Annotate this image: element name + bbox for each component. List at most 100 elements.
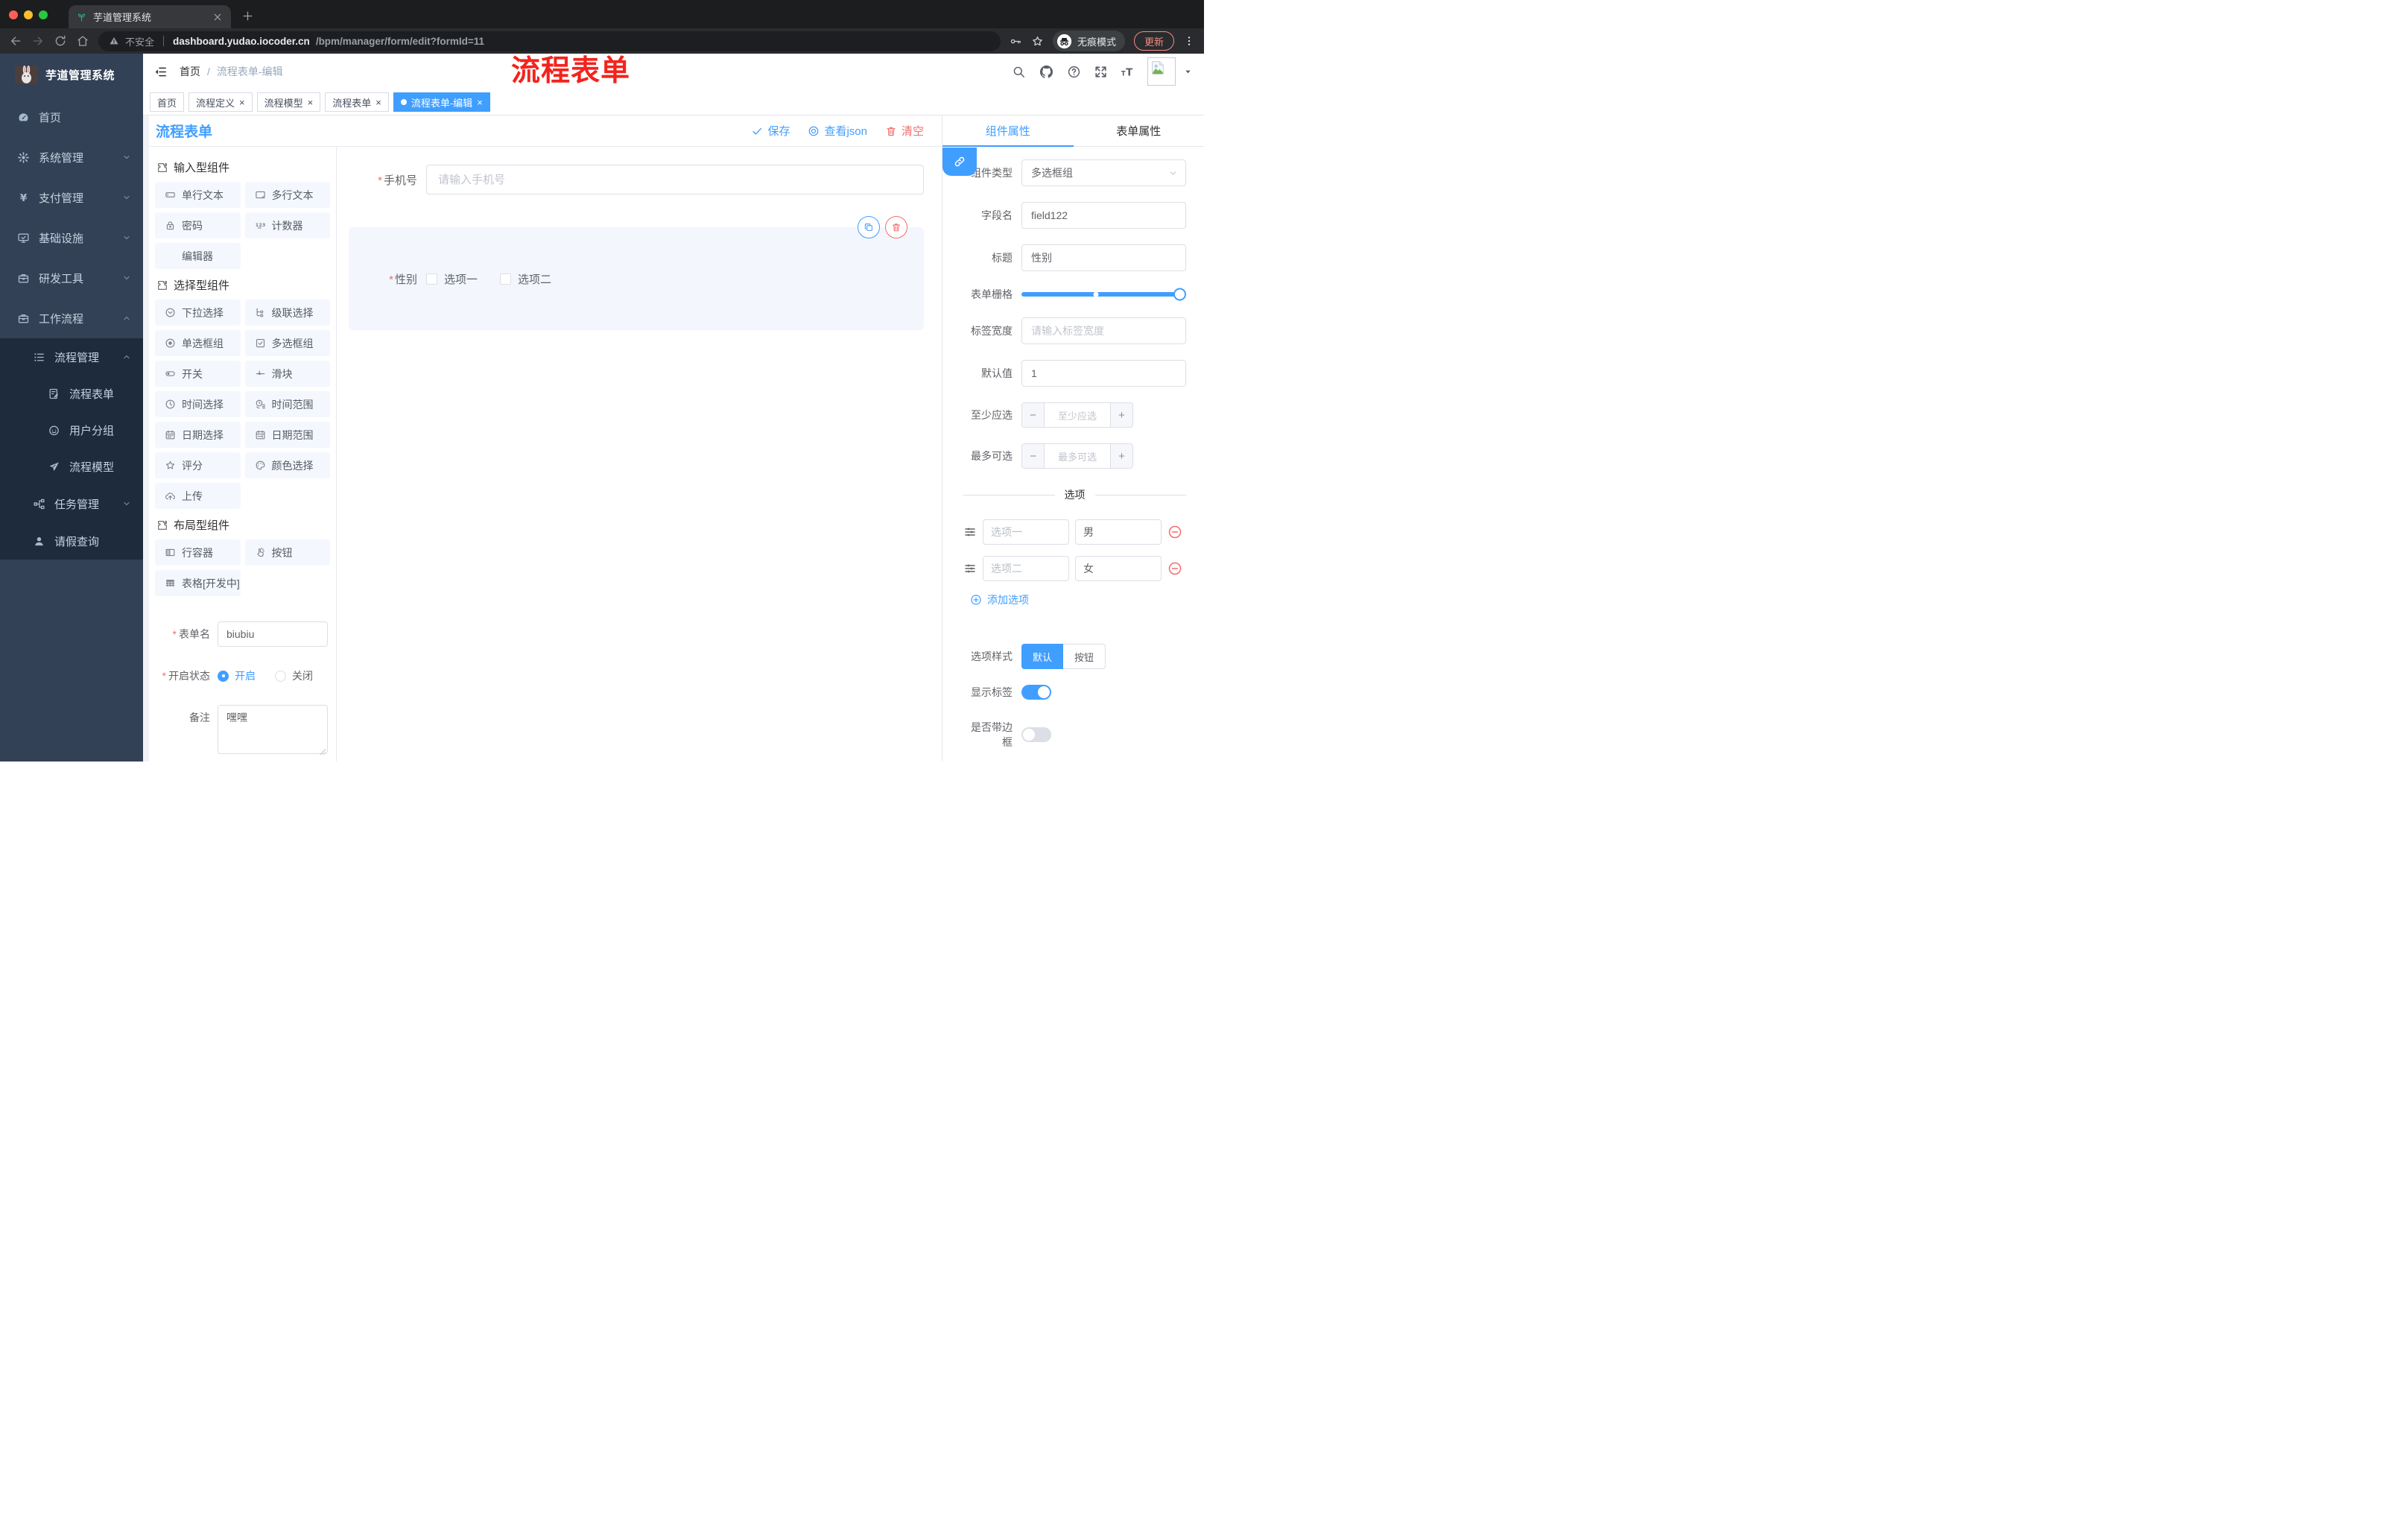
default-value-input[interactable]: [1021, 360, 1186, 387]
reload-icon[interactable]: [54, 34, 67, 48]
fullscreen-icon[interactable]: [1094, 65, 1108, 79]
sidebar-item[interactable]: ¥ 支付管理: [0, 177, 143, 218]
view-tab[interactable]: 流程定义 ×: [188, 92, 253, 112]
home-icon[interactable]: [76, 34, 89, 48]
component-item[interactable]: 行容器: [155, 539, 241, 566]
decrease-button[interactable]: −: [1022, 403, 1045, 427]
add-option-button[interactable]: 添加选项: [970, 592, 1186, 607]
remove-option-icon[interactable]: [1167, 561, 1182, 576]
drag-handle-icon[interactable]: [963, 525, 977, 539]
update-button[interactable]: 更新: [1133, 31, 1174, 51]
tab-close-icon[interactable]: ×: [376, 98, 381, 107]
slider-handle[interactable]: [1173, 288, 1186, 301]
option-value-input[interactable]: [1075, 556, 1162, 581]
title-input[interactable]: [1021, 244, 1186, 271]
component-item[interactable]: 单选框组: [155, 330, 241, 356]
component-item[interactable]: 颜色选择: [244, 452, 330, 478]
sidebar-subitem[interactable]: 任务管理: [0, 485, 143, 522]
status-on-radio[interactable]: 开启: [218, 668, 256, 683]
decrease-button[interactable]: −: [1022, 444, 1045, 468]
sidebar-toggle-icon[interactable]: [153, 65, 168, 79]
view-tab[interactable]: 流程表单-编辑 ×: [393, 92, 490, 112]
component-item[interactable]: 123 计数器: [244, 212, 330, 238]
component-item[interactable]: 评分: [155, 452, 241, 478]
help-icon[interactable]: [1067, 65, 1081, 79]
save-button[interactable]: 保存: [751, 123, 790, 139]
option-label-input[interactable]: [983, 556, 1069, 581]
avatar[interactable]: [1147, 57, 1176, 86]
component-item[interactable]: 滑块: [244, 361, 330, 387]
bookmark-star-icon[interactable]: [1031, 35, 1044, 48]
sidebar-subitem[interactable]: 用户分组: [0, 412, 143, 449]
view-tab[interactable]: 流程模型 ×: [256, 92, 321, 112]
component-item[interactable]: 多行文本: [244, 182, 330, 208]
link-tag[interactable]: [942, 148, 977, 176]
status-off-radio[interactable]: 关闭: [275, 668, 313, 683]
close-window-button[interactable]: [9, 10, 18, 19]
component-item[interactable]: 级联选择: [244, 300, 330, 326]
address-bar[interactable]: 不安全 dashboard.yudao.iocoder.cn/bpm/manag…: [98, 31, 1001, 51]
option-label-input[interactable]: [983, 519, 1069, 545]
tab-form-props[interactable]: 表单属性: [1074, 115, 1205, 146]
sidebar-subitem[interactable]: 流程模型: [0, 449, 143, 485]
warning-icon[interactable]: [109, 36, 119, 46]
back-icon[interactable]: [9, 34, 22, 48]
increase-button[interactable]: +: [1110, 403, 1132, 427]
selected-component[interactable]: * 性别 选项一 选项二: [349, 216, 924, 330]
forward-icon[interactable]: [31, 34, 45, 48]
tab-close-icon[interactable]: ×: [477, 98, 483, 107]
label-width-input[interactable]: [1021, 317, 1186, 344]
min-stepper-placeholder[interactable]: 至少应选: [1045, 403, 1110, 427]
tab-close-icon[interactable]: ×: [239, 98, 245, 107]
window-controls[interactable]: [0, 10, 58, 28]
sidebar-subitem[interactable]: 流程表单: [0, 376, 143, 412]
component-item[interactable]: 密码: [155, 212, 241, 238]
delete-component-button[interactable]: [885, 216, 907, 238]
checkbox-option[interactable]: 选项二: [500, 271, 551, 287]
component-item[interactable]: 表格[开发中]: [155, 570, 241, 596]
phone-field[interactable]: * 手机号: [349, 165, 924, 194]
font-size-icon[interactable]: TT: [1121, 65, 1135, 79]
sidebar-item[interactable]: 工作流程: [0, 298, 143, 338]
phone-input[interactable]: [426, 165, 924, 194]
new-tab-button[interactable]: [241, 10, 254, 22]
view-tab[interactable]: 首页: [150, 92, 185, 112]
form-canvas[interactable]: *手机号 *性别 选项一 选项二: [337, 147, 942, 762]
component-item[interactable]: 时间范围: [244, 391, 330, 417]
sidebar-item[interactable]: 基础设施: [0, 218, 143, 258]
search-icon[interactable]: [1012, 65, 1026, 79]
clear-button[interactable]: 清空: [885, 123, 924, 139]
browser-menu-icon[interactable]: [1183, 35, 1195, 47]
app-logo[interactable]: 芋道管理系统: [0, 54, 143, 88]
breadcrumb-home[interactable]: 首页: [180, 64, 200, 79]
component-item[interactable]: 日期范围: [244, 422, 330, 448]
component-item[interactable]: 日期选择: [155, 422, 241, 448]
option-value-input[interactable]: [1075, 519, 1162, 545]
component-item[interactable]: 多选框组: [244, 330, 330, 356]
sidebar-item[interactable]: 研发工具: [0, 258, 143, 298]
toggle-switch[interactable]: [1021, 685, 1051, 700]
component-type-select[interactable]: 多选框组: [1021, 159, 1186, 186]
caret-down-icon[interactable]: [1184, 68, 1192, 76]
checkbox-option[interactable]: 选项一: [426, 271, 478, 287]
remove-option-icon[interactable]: [1167, 525, 1182, 539]
component-item[interactable]: 编辑器: [155, 243, 241, 269]
style-default-button[interactable]: 默认: [1021, 644, 1064, 669]
style-button-button[interactable]: 按钮: [1063, 644, 1106, 669]
form-name-input[interactable]: [218, 621, 328, 647]
grid-slider[interactable]: [1021, 288, 1186, 301]
checkbox-icon[interactable]: [500, 273, 512, 285]
view-tab[interactable]: 流程表单 ×: [325, 92, 389, 112]
drag-handle-icon[interactable]: [963, 562, 977, 575]
sidebar-item[interactable]: 首页: [0, 97, 143, 137]
minimize-window-button[interactable]: [24, 10, 33, 19]
zoom-window-button[interactable]: [39, 10, 48, 19]
increase-button[interactable]: +: [1110, 444, 1132, 468]
password-key-icon[interactable]: [1010, 35, 1022, 48]
view-json-button[interactable]: 查看json: [808, 123, 867, 139]
field-name-input[interactable]: [1021, 202, 1186, 229]
github-icon[interactable]: [1039, 64, 1054, 80]
tab-close-icon[interactable]: [212, 11, 224, 23]
component-item[interactable]: 按钮: [244, 539, 330, 566]
copy-component-button[interactable]: [858, 216, 880, 238]
